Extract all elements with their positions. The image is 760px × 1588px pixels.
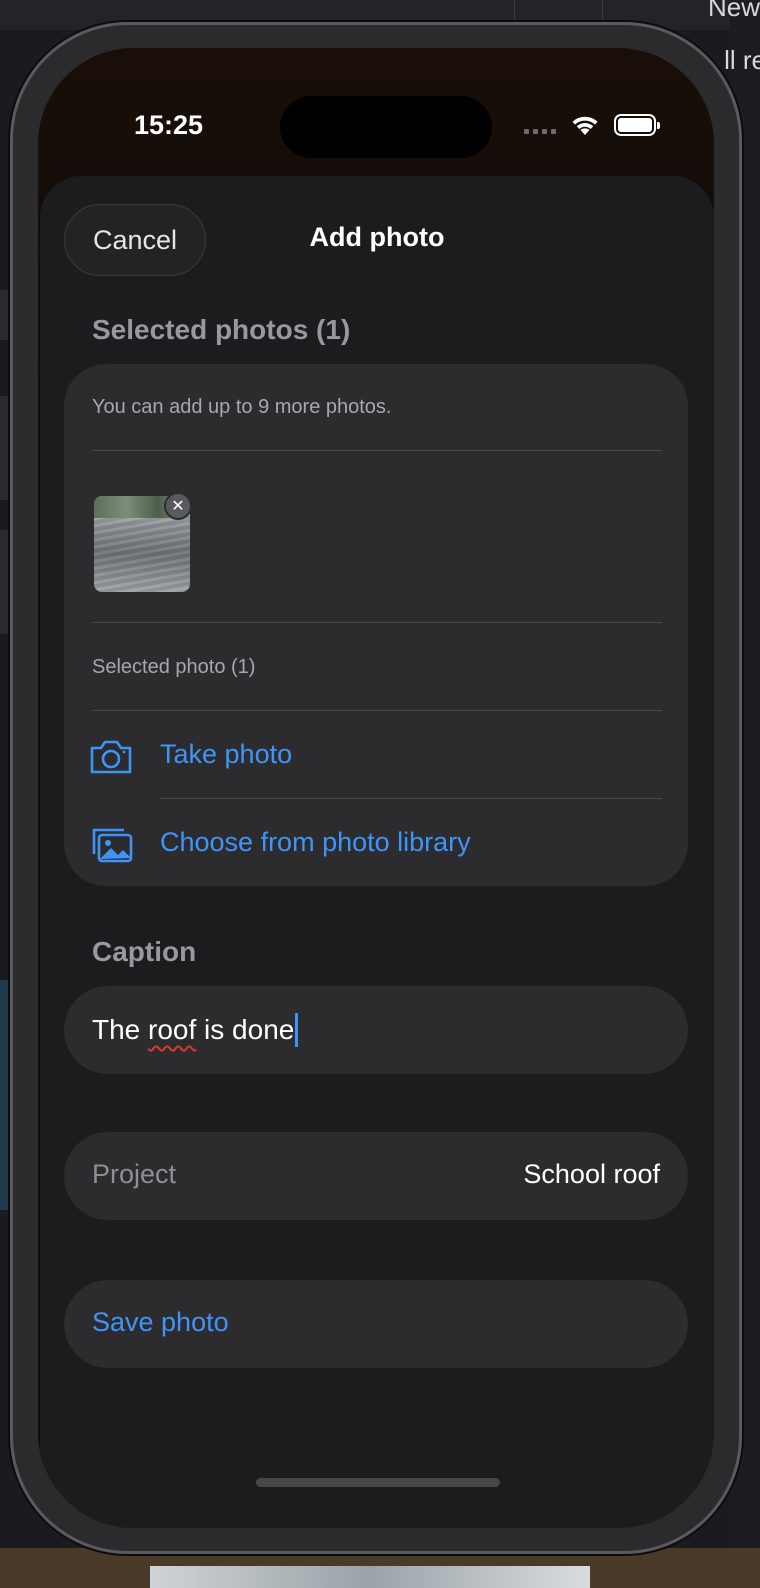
dynamic-island — [280, 96, 492, 158]
divider — [160, 798, 662, 799]
photo-limit-hint: You can add up to 9 more photos. — [92, 396, 392, 418]
caption-text-end: is done — [196, 1014, 295, 1045]
backdrop-bottom-thumbnail — [150, 1566, 590, 1588]
sheet-title: Add photo — [309, 222, 445, 252]
battery-icon — [614, 114, 660, 136]
status-time: 15:25 — [134, 110, 204, 140]
selected-photos-heading: Selected photos (1) — [92, 314, 351, 345]
save-photo-label: Save photo — [92, 1307, 229, 1337]
backdrop-text: New — [707, 0, 760, 22]
project-value: School roof — [523, 1159, 660, 1189]
choose-library-label: Choose from photo library — [160, 827, 471, 857]
cellular-signal-icon — [524, 116, 556, 134]
status-icons — [524, 114, 660, 136]
take-photo-button[interactable]: Take photo — [64, 712, 688, 800]
camera-icon — [90, 740, 132, 774]
save-photo-button[interactable]: Save photo — [64, 1280, 688, 1368]
selected-photo-count: Selected photo (1) — [92, 656, 256, 678]
project-label: Project — [92, 1159, 177, 1189]
phone-frame: 15:25 Cancel Add photo Selected photos (… — [10, 22, 742, 1554]
take-photo-label: Take photo — [160, 739, 293, 769]
caption-misspelled-word: roof — [148, 1014, 197, 1045]
photos-card: You can add up to 9 more photos. ✕ Selec… — [64, 364, 688, 886]
photo-library-icon — [92, 828, 133, 863]
text-cursor — [295, 1013, 299, 1047]
divider — [92, 710, 662, 711]
project-selector[interactable]: Project School roof — [64, 1132, 688, 1220]
backdrop-text: ll re — [724, 45, 760, 75]
caption-text-start: The — [92, 1014, 141, 1045]
add-photo-sheet: Cancel Add photo Selected photos (1) You… — [40, 176, 714, 1528]
divider — [92, 622, 662, 623]
remove-photo-icon[interactable]: ✕ — [164, 492, 192, 520]
phone-screen: 15:25 Cancel Add photo Selected photos (… — [38, 48, 714, 1528]
choose-from-library-button[interactable]: Choose from photo library — [64, 800, 688, 888]
caption-input[interactable]: The roof is done — [64, 986, 688, 1074]
home-indicator[interactable] — [256, 1478, 500, 1487]
wifi-icon — [572, 116, 598, 135]
divider — [92, 450, 662, 451]
caption-heading: Caption — [92, 936, 197, 967]
